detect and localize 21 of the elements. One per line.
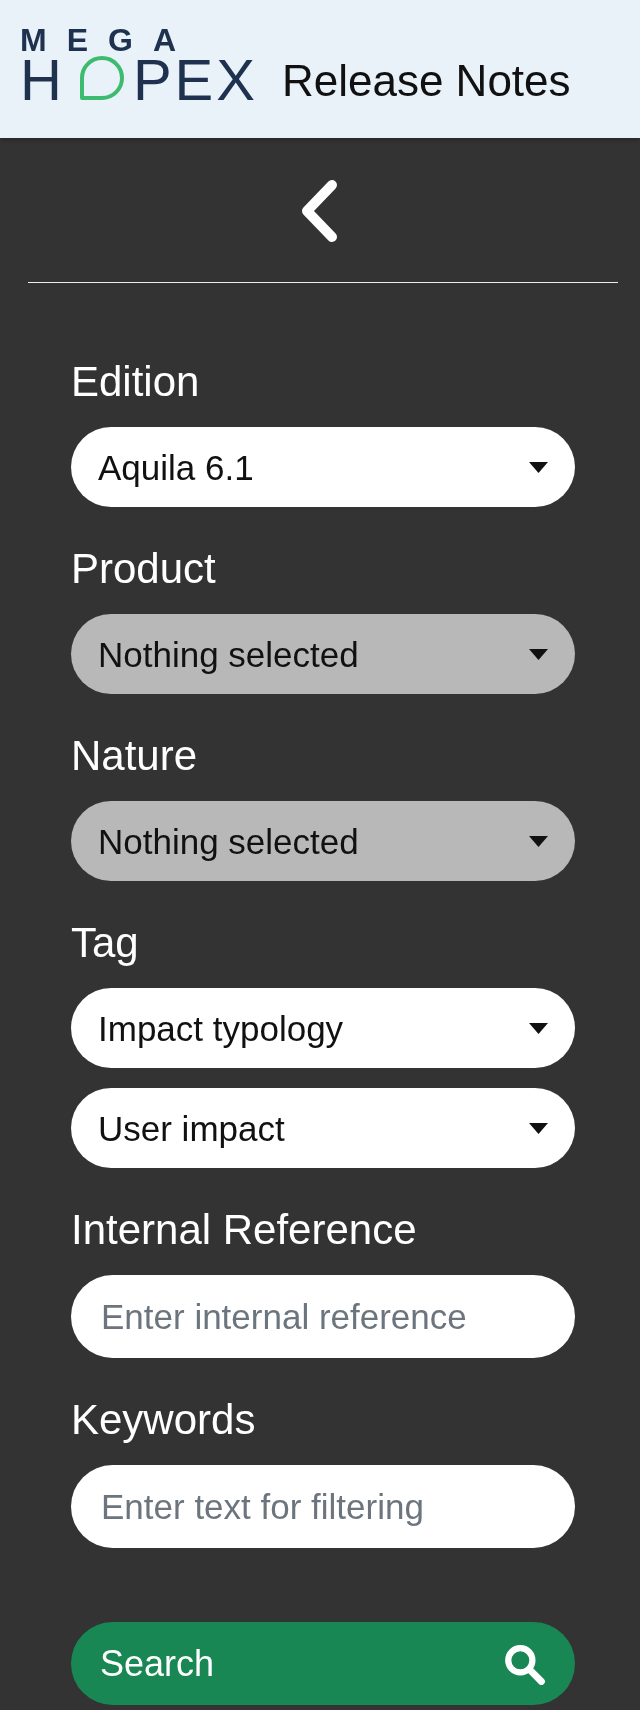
filter-label: Keywords — [71, 1395, 257, 1445]
caret-icon — [529, 1122, 548, 1134]
filter-label: Tag — [71, 918, 140, 968]
page-title: Release Notes — [281, 59, 571, 103]
select-dropdown[interactable]: User impact — [71, 1088, 575, 1168]
caret-icon — [529, 648, 548, 660]
caret-icon — [529, 461, 548, 473]
drop-icon — [78, 55, 125, 101]
filter-label: Internal Reference — [71, 1205, 418, 1255]
filter-label: Nature — [71, 731, 199, 781]
caret-icon — [529, 1022, 548, 1034]
text-input[interactable]: Enter internal reference — [71, 1275, 575, 1358]
chevron-left-icon — [300, 180, 340, 242]
back-button[interactable] — [300, 180, 340, 242]
select-dropdown[interactable]: Impact typology — [71, 988, 575, 1068]
search-button[interactable]: Search — [71, 1622, 575, 1705]
filter-label: Edition — [71, 357, 201, 407]
filter-label: Product — [71, 544, 217, 594]
text-input[interactable]: Enter text for filtering — [71, 1465, 575, 1548]
select-dropdown[interactable]: Aquila 6.1 — [71, 427, 575, 507]
caret-icon — [529, 835, 548, 847]
